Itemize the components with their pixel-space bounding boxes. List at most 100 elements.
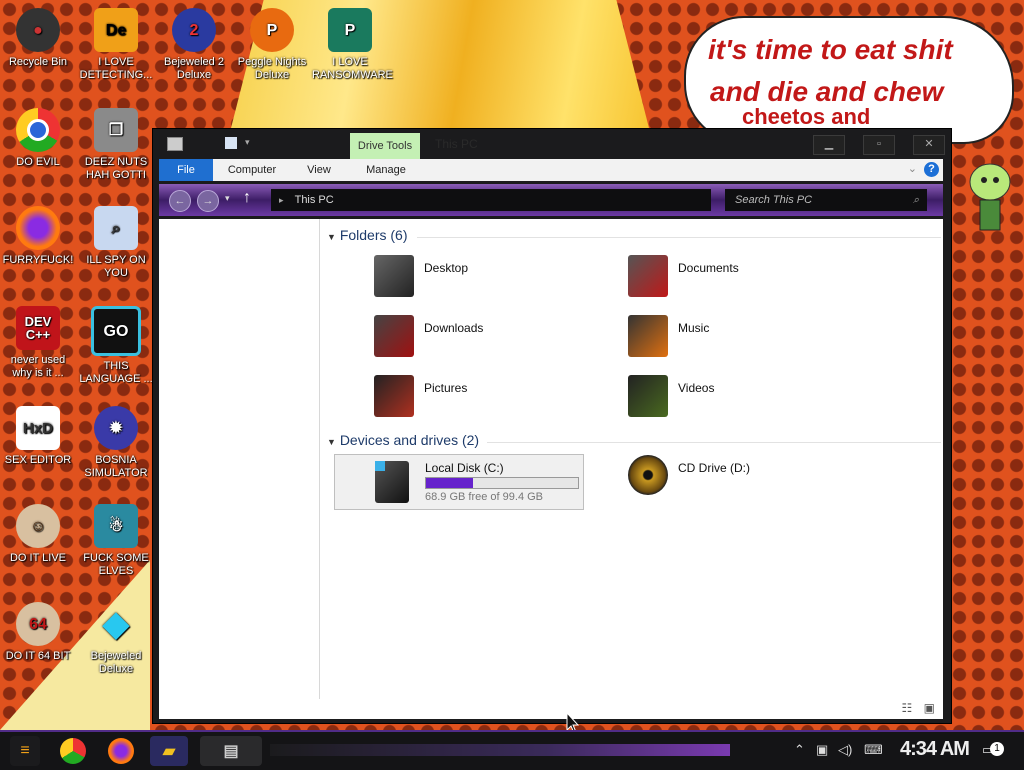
tab-file[interactable]: File: [159, 159, 213, 181]
qat-dropdown-icon[interactable]: ▾: [245, 137, 250, 148]
desktop-icon-spy[interactable]: ⌕ ILL SPY ON YOU: [78, 206, 154, 280]
detect-it-easy-icon: De: [94, 8, 138, 52]
file-explorer-icon[interactable]: ▰: [150, 736, 188, 766]
dev-cpp-icon: DEV C++: [16, 306, 60, 350]
ribbon-expand-icon[interactable]: ⌄: [908, 162, 917, 175]
desktop-icon-label: DO EVIL: [16, 156, 60, 168]
pictures-folder-icon: [374, 375, 414, 417]
folder-label: Documents: [678, 261, 739, 275]
devices-header[interactable]: ▼ Devices and drives (2): [327, 432, 941, 448]
drive-tools-tab[interactable]: Drive Tools: [350, 133, 420, 159]
folders-header[interactable]: ▼ Folders (6): [327, 227, 941, 243]
desktop-icon-detect[interactable]: De I LOVE DETECTING...: [78, 8, 154, 82]
quick-access-icon[interactable]: [225, 137, 237, 149]
cd-drive-label: CD Drive (D:): [678, 461, 750, 475]
desktop-icon-goland[interactable]: GO THIS LANGUAGE ...: [78, 306, 154, 386]
window-app-icon[interactable]: [167, 137, 183, 151]
spy-glass-icon: ⌕: [94, 206, 138, 250]
desktop-icon-label: DEEZ NUTS HAH GOTTI: [84, 156, 148, 181]
folder-label: Music: [678, 321, 710, 335]
details-view-icon[interactable]: ☷: [902, 701, 913, 715]
window-title: This PC: [435, 137, 478, 151]
network-icon[interactable]: ▣: [816, 742, 828, 758]
recent-dropdown-icon[interactable]: ▾: [225, 193, 230, 204]
search-placeholder: Search This PC: [735, 194, 813, 206]
large-icons-view-icon[interactable]: ▣: [924, 701, 935, 715]
cd-drive-icon: [628, 455, 668, 495]
local-disk-c[interactable]: Local Disk (C:) 68.9 GB free of 99.4 GB: [334, 454, 584, 510]
desktop-icon-firefox[interactable]: FURRYFUCK!: [0, 206, 76, 267]
content-area: ▼ Folders (6) Desktop Documents Download…: [159, 219, 943, 719]
forward-button[interactable]: →: [197, 190, 219, 212]
desktop-icon-devcpp[interactable]: DEV C++ never used why is it ...: [0, 306, 76, 380]
window-stack-icon: ❐: [94, 108, 138, 152]
up-arrow-icon[interactable]: ↑: [243, 189, 251, 207]
desktop-icon-label: Recycle Bin: [8, 56, 68, 68]
minimize-button[interactable]: ▁: [813, 135, 845, 155]
windows-logo-icon: [375, 461, 385, 471]
tab-manage[interactable]: Manage: [357, 159, 415, 181]
devices-header-label: Devices and drives (2): [339, 432, 480, 448]
show-hidden-icons-icon[interactable]: ⌃: [794, 742, 805, 758]
desktop-icon-peggle[interactable]: P Peggle Nights Deluxe: [234, 8, 310, 82]
portrait-64-icon: 64: [16, 602, 60, 646]
close-button[interactable]: ✕: [913, 135, 945, 155]
start-icon[interactable]: ≡: [10, 736, 40, 766]
desktop-icon-deez[interactable]: ❐ DEEZ NUTS HAH GOTTI: [78, 108, 154, 182]
volume-icon[interactable]: ◁): [838, 742, 852, 758]
navigation-pane[interactable]: [159, 219, 320, 699]
goland-icon: GO: [91, 306, 141, 356]
speech-line-3: cheetos and: [742, 104, 871, 129]
desktop-icon-label: FURRYFUCK!: [2, 254, 74, 266]
music-folder-icon: [628, 315, 668, 357]
firefox-icon: [16, 206, 60, 250]
view-buttons: ☷ ▣: [902, 701, 935, 715]
desktop-icon-label: SEX EDITOR: [4, 454, 72, 466]
search-icon[interactable]: ⌕: [913, 189, 919, 211]
desktop-icon-label: ILL SPY ON YOU: [86, 254, 146, 279]
desktop-icon-do-it-live[interactable]: ☺ DO IT LIVE: [0, 504, 76, 565]
santa-icon: ☃: [94, 504, 138, 548]
chrome-icon[interactable]: [60, 738, 86, 764]
remote-desktop-icon[interactable]: ▤: [200, 736, 262, 766]
tab-computer[interactable]: Computer: [221, 159, 283, 181]
folder-label: Videos: [678, 381, 715, 395]
desktop-icon-bejeweled-2[interactable]: 2 Bejeweled 2 Deluxe: [156, 8, 232, 82]
desktop-icon-label: Bejeweled Deluxe: [90, 650, 142, 675]
folder-label: Desktop: [424, 261, 469, 275]
desktop-icon-do-it-64[interactable]: 64 DO IT 64 BIT: [0, 602, 76, 663]
desktop-icon-ransomware[interactable]: P I LOVE RANSOMWARE: [312, 8, 393, 82]
section-divider: [487, 442, 941, 443]
peggle-icon: P: [250, 8, 294, 52]
title-bar[interactable]: ▾ Drive Tools This PC ▁ ▫ ✕: [153, 129, 951, 159]
videos-folder-icon: [628, 375, 668, 417]
desktop-icon-recycle-bin[interactable]: ● Recycle Bin: [0, 8, 76, 69]
hxd-icon: HxD: [16, 406, 60, 450]
collapse-caret-icon[interactable]: ▼: [327, 232, 336, 242]
downloads-folder-icon: [374, 315, 414, 357]
desktop-icon-label: Peggle Nights Deluxe: [237, 56, 307, 81]
disk-usage-fill: [426, 478, 473, 488]
desktop-icon-chrome[interactable]: DO EVIL: [0, 108, 76, 169]
tab-view[interactable]: View: [299, 159, 339, 181]
section-divider: [417, 237, 941, 238]
back-button[interactable]: ←: [169, 190, 191, 212]
maximize-button[interactable]: ▫: [863, 135, 895, 155]
help-button[interactable]: ?: [924, 162, 939, 177]
recycle-bin-icon: ●: [16, 8, 60, 52]
desktop-icon-label: BOSNIA SIMULATOR: [84, 454, 148, 479]
collapse-caret-icon[interactable]: ▼: [327, 437, 336, 447]
bomb-icon: ✹: [94, 406, 138, 450]
firefox-icon[interactable]: [108, 738, 134, 764]
portrait-icon: ☺: [16, 504, 60, 548]
desktop-icon-label: I LOVE RANSOMWARE: [312, 56, 393, 81]
navigation-bar: ← → ▾ ↑ ▸ This PC Search This PC ⌕: [159, 184, 943, 216]
desktop-icon-bosnia[interactable]: ✹ BOSNIA SIMULATOR: [78, 406, 154, 480]
desktop-icon-elves[interactable]: ☃ FUCK SOME ELVES: [78, 504, 154, 578]
desktop-icon-bejeweled[interactable]: ◆ Bejeweled Deluxe: [78, 602, 154, 676]
clock[interactable]: 4:34 AM: [900, 738, 970, 761]
address-bar[interactable]: ▸ This PC: [271, 189, 711, 211]
desktop-icon-hxd[interactable]: HxD SEX EDITOR: [0, 406, 76, 467]
keyboard-icon[interactable]: ⌨: [864, 742, 883, 758]
search-box[interactable]: Search This PC ⌕: [725, 189, 927, 211]
